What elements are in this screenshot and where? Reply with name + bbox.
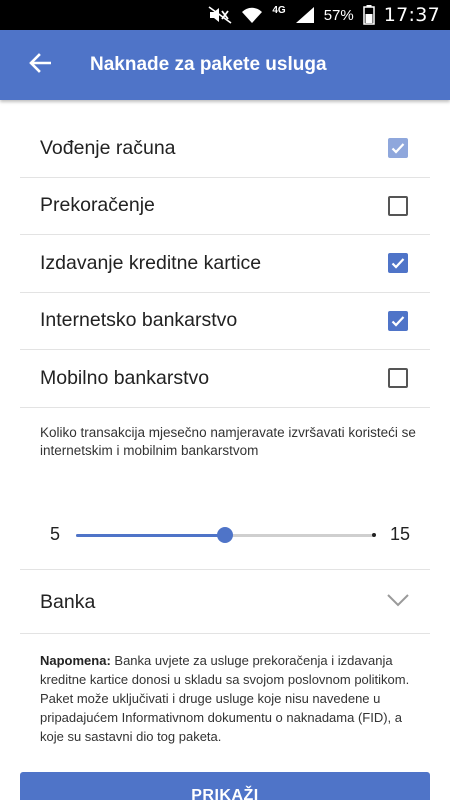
wifi-icon [241,6,263,24]
service-row-prekoracenje[interactable]: Prekoračenje [20,178,430,235]
arrow-back-icon [29,52,52,78]
app-bar: Naknade za pakete usluga [0,30,450,100]
show-button[interactable]: PRIKAŽI [20,772,430,800]
service-label: Vođenje računa [40,136,176,159]
battery-percent: 57% [323,6,354,24]
transactions-question: Koliko transakcija mjesečno namjeravate … [40,425,416,458]
status-bar: 4G 57% 17:37 [0,0,450,30]
slider-thumb[interactable] [217,527,233,543]
chevron-down-icon [386,593,410,612]
slider-max-label: 15 [389,524,410,544]
checkbox-internetsko-bankarstvo[interactable] [388,310,408,331]
bank-select-value: Banka [40,591,96,613]
network-type: 4G [272,5,286,16]
disclaimer-note: Napomena: Banka uvjete za usluge prekora… [40,651,420,746]
service-row-mobilno-bankarstvo[interactable]: Mobilno bankarstvo [20,350,430,408]
services-list: Vođenje računa Prekoračenje Izdavanje kr… [20,120,430,408]
battery-icon [362,5,375,25]
slider-track-end [372,533,376,537]
note-label: Napomena: [40,653,111,668]
page-title: Naknade za pakete usluga [90,54,327,75]
checkbox-izdavanje-kreditne-kartice[interactable] [388,253,408,274]
service-row-internetsko-bankarstvo[interactable]: Internetsko bankarstvo [20,293,430,350]
service-label: Mobilno bankarstvo [40,366,210,389]
checkbox-mobilno-bankarstvo[interactable] [388,368,408,389]
service-label: Izdavanje kreditne kartice [40,251,262,274]
service-row-izdavanje-kreditne-kartice[interactable]: Izdavanje kreditne kartice [20,235,430,293]
checkbox-prekoracenje[interactable] [388,195,408,216]
service-label: Internetsko bankarstvo [40,309,238,332]
mute-icon [208,6,232,24]
service-label: Prekoračenje [40,194,155,217]
checkbox-vodjenje-racuna [388,138,408,159]
signal-icon [295,6,315,24]
service-row-vodjenje-racuna[interactable]: Vođenje računa [20,120,430,178]
slider-min-label: 5 [50,524,61,544]
transactions-slider: 5 15 [20,510,430,570]
bank-select[interactable]: Banka [20,572,430,634]
back-button[interactable] [0,30,80,100]
clock: 17:37 [383,4,440,26]
slider-track-fill [76,534,225,537]
